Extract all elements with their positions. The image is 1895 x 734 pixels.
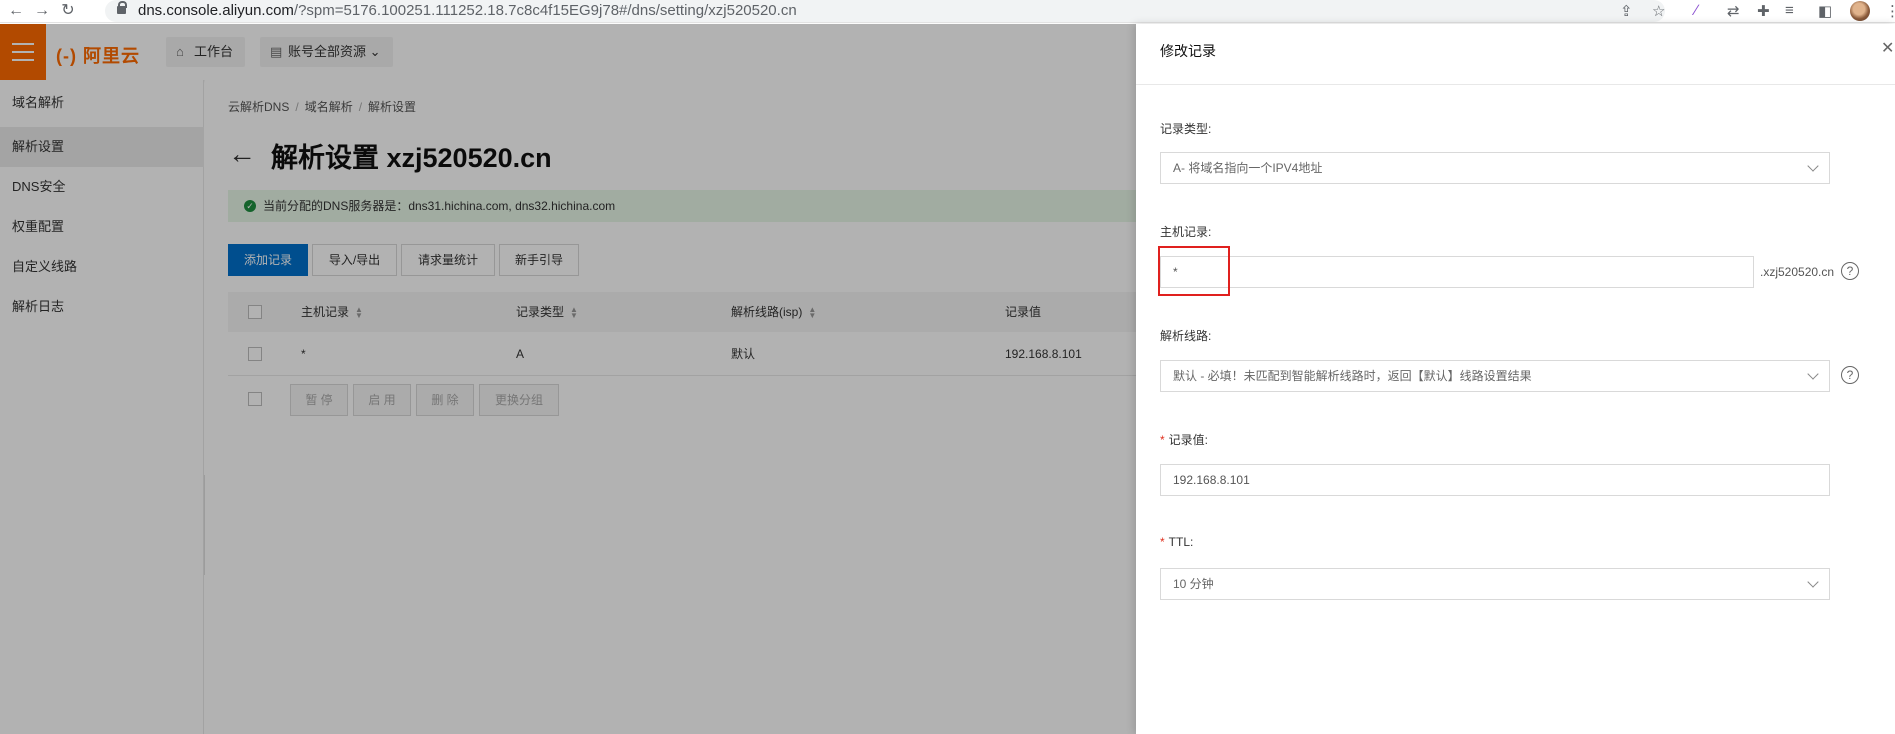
modal-overlay[interactable]: [0, 24, 1136, 734]
edit-record-drawer: 修改记录 ✕ 记录类型: A- 将域名指向一个IPV4地址 主机记录: * .x…: [1136, 24, 1895, 734]
line-label: 解析线路:: [1160, 329, 1212, 343]
media-icon[interactable]: ≡: [1785, 2, 1794, 19]
close-icon[interactable]: ✕: [1881, 38, 1894, 58]
forward-icon[interactable]: →: [32, 1, 52, 21]
ttl-label: * TTL:: [1160, 535, 1194, 549]
line-select[interactable]: 默认 - 必填！未匹配到智能解析线路时，返回【默认】线路设置结果: [1160, 360, 1830, 392]
drawer-title: 修改记录: [1160, 43, 1216, 59]
menu-dots-icon[interactable]: ⋮: [1885, 2, 1895, 20]
extension-pen-icon[interactable]: ∕: [1695, 2, 1698, 19]
star-icon[interactable]: ☆: [1652, 2, 1665, 20]
record-type-label: 记录类型:: [1160, 122, 1212, 136]
puzzle-icon[interactable]: ✚: [1757, 2, 1770, 20]
extension-icon[interactable]: ⇄: [1727, 2, 1740, 20]
root: ← → ↻ dns.console.aliyun.com/?spm=5176.1…: [0, 0, 1895, 734]
chevron-down-icon: [1807, 576, 1819, 588]
back-icon[interactable]: ←: [6, 1, 26, 21]
reload-icon[interactable]: ↻: [58, 1, 78, 21]
value-label: * 记录值:: [1160, 433, 1209, 447]
chevron-down-icon: [1807, 368, 1819, 380]
host-label: 主机记录:: [1160, 225, 1212, 239]
profile-avatar[interactable]: [1850, 1, 1870, 21]
sidepanel-icon[interactable]: ◧: [1818, 2, 1832, 20]
help-icon[interactable]: ?: [1841, 262, 1859, 280]
help-icon[interactable]: ?: [1841, 366, 1859, 384]
host-suffix: .xzj520520.cn: [1760, 265, 1835, 279]
url-text[interactable]: dns.console.aliyun.com/?spm=5176.100251.…: [138, 2, 797, 19]
host-input[interactable]: *: [1160, 256, 1754, 288]
divider: [1136, 84, 1895, 85]
chevron-down-icon: [1807, 160, 1819, 172]
highlight-box: [1158, 246, 1230, 296]
lock-icon: [117, 1, 127, 15]
value-input[interactable]: 192.168.8.101: [1160, 464, 1830, 496]
ttl-select[interactable]: 10 分钟: [1160, 568, 1830, 600]
share-icon[interactable]: ⇪: [1620, 2, 1633, 20]
record-type-select[interactable]: A- 将域名指向一个IPV4地址: [1160, 152, 1830, 184]
browser-toolbar: ← → ↻ dns.console.aliyun.com/?spm=5176.1…: [0, 0, 1895, 23]
